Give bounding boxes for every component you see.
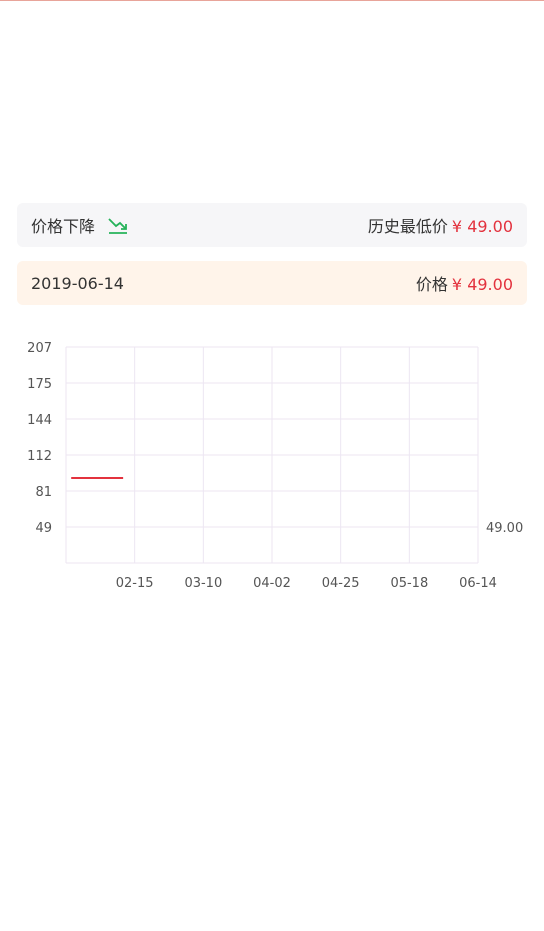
x-axis-labels: 02-15 03-10 04-02 04-25 05-18 06-14	[116, 576, 497, 591]
x-tick-label: 05-18	[390, 576, 428, 591]
lowest-price-group: 历史最低价 ¥ 49.00	[368, 213, 513, 237]
x-tick-label: 02-15	[116, 576, 154, 591]
y-tick-label: 175	[27, 377, 52, 392]
x-tick-label: 06-14	[459, 576, 497, 591]
price-summary-bar: 价格下降 历史最低价 ¥ 49.00	[17, 203, 527, 247]
end-price-label: 49.00	[486, 521, 523, 536]
chart-grid	[65, 346, 479, 564]
x-tick-label: 03-10	[184, 576, 222, 591]
y-tick-label: 144	[27, 413, 52, 428]
y-tick-label: 112	[27, 449, 52, 464]
y-axis-labels: 207 175 144 112 81 49	[27, 341, 52, 536]
y-tick-label: 207	[27, 341, 52, 356]
current-date: 2019-06-14	[31, 273, 124, 293]
x-tick-label: 04-02	[253, 576, 291, 591]
price-history-chart: 207 175 144 112 81 49 02-15 03-10 04-02 04-25 05-…	[27, 341, 523, 591]
y-tick-label: 81	[35, 485, 52, 500]
lowest-price-label: 历史最低价	[367, 217, 448, 236]
y-tick-label: 49	[35, 521, 52, 536]
trend-down-icon	[108, 218, 128, 234]
current-price-label: 价格	[415, 275, 448, 294]
lowest-price-value: ¥ 49.00	[451, 217, 513, 236]
top-border	[0, 0, 544, 1]
current-price-row: 2019-06-14 价格 ¥ 49.00	[17, 261, 527, 305]
x-tick-label: 04-25	[322, 576, 360, 591]
current-price-group: 价格 ¥ 49.00	[416, 271, 513, 295]
trend-group: 价格下降	[31, 213, 129, 237]
trend-label: 价格下降	[31, 217, 96, 236]
current-price-value: ¥ 49.00	[451, 275, 513, 294]
